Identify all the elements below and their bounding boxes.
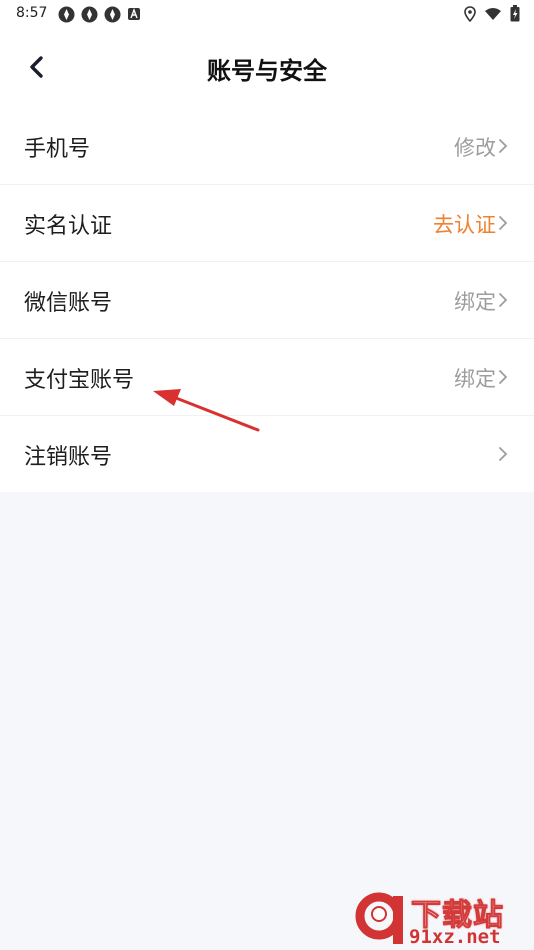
watermark-domain: 91xz.net [409,926,501,948]
setting-row-wechat[interactable]: 微信账号 绑定 [0,262,534,339]
setting-row-cancel-account[interactable]: 注销账号 [0,416,534,492]
setting-label: 支付宝账号 [24,368,135,393]
setting-action-bind-alipay[interactable]: 绑定 [454,363,496,393]
setting-label: 实名认证 [24,214,113,239]
battery-charging-icon [510,5,520,26]
setting-action-bind-wechat[interactable]: 绑定 [454,286,496,316]
setting-label: 微信账号 [24,291,113,316]
setting-label: 手机号 [24,137,91,162]
chevron-right-icon [499,293,508,307]
settings-list: 手机号 修改 实名认证 去认证 微信账号 绑定 支付宝账号 绑定 注销账号 [0,108,534,492]
setting-row-phone[interactable]: 手机号 修改 [0,108,534,185]
status-bar: 8:57 [0,0,534,28]
app-notification-icon [104,6,121,27]
chevron-right-icon [499,370,508,384]
setting-action-verify[interactable]: 去认证 [433,209,496,239]
chevron-right-icon [499,139,508,153]
watermark: 下载站 91xz.net [355,888,530,948]
chevron-right-icon [499,447,508,461]
a-badge-icon [127,6,141,27]
wifi-icon [484,6,502,25]
app-header: 账号与安全 [0,28,534,108]
setting-label: 注销账号 [24,445,113,470]
setting-action-modify[interactable]: 修改 [454,132,496,162]
status-time: 8:57 [16,5,48,21]
site-logo-icon [355,892,403,944]
app-notification-icon [58,6,75,27]
page-title: 账号与安全 [207,57,327,85]
status-system-icons [464,5,520,26]
setting-row-real-name[interactable]: 实名认证 去认证 [0,185,534,262]
location-icon [464,5,476,26]
app-notification-icon [81,6,98,27]
status-notification-icons [58,6,141,27]
chevron-right-icon [499,216,508,230]
setting-row-alipay[interactable]: 支付宝账号 绑定 [0,339,534,416]
